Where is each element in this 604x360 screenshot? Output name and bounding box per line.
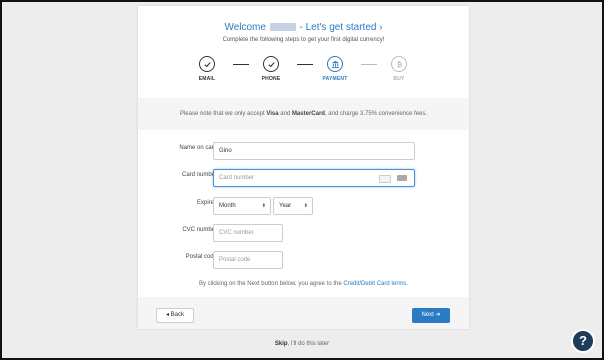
skip-bold: Skip [274,341,288,347]
welcome-prefix: Welcome [224,22,266,33]
name-on-card-input[interactable]: Gino [213,142,415,160]
step-phone: PHONE [251,56,291,82]
name-label: Name on card [179,145,217,151]
year-select[interactable]: Year ⬍ [273,197,313,215]
step-connector [297,64,313,65]
card-terms-link[interactable]: Credit/Debit Card terms [343,281,406,287]
subtitle: Complete the following steps to get your… [222,37,385,43]
signup-card: Welcome - Let's get started › Complete t… [138,6,469,329]
fees-notice: Please note that we only accept Visa and… [138,98,469,130]
name-row: Name on card Gino [138,142,469,162]
card-brand-icons [379,175,407,183]
notice-visa: Visa [266,111,279,117]
step-buy-label: BUY [393,76,405,82]
step-payment-label: PAYMENT [322,76,348,82]
card-row: Card number Card number [138,169,469,189]
postal-code-input[interactable]: Postal code [213,251,283,269]
notice-text: Please note that we only accept [179,111,267,117]
progress-steps: EMAIL PHONE PAYMENT ₿ BUY [138,56,469,92]
month-value: Month [219,203,236,209]
welcome-title: Welcome - Let's get started › [138,22,469,33]
redacted-username [269,23,296,32]
skip-link[interactable]: Skip, I'll do this later [2,341,602,347]
back-button[interactable]: ◂ Back [156,308,194,323]
bitcoin-icon: ₿ [391,56,407,72]
card-number-placeholder: Card number [219,175,255,181]
step-connector [361,64,377,65]
step-email: EMAIL [187,56,227,82]
step-phone-label: PHONE [261,76,281,82]
agreement-text: By clicking on the Next button below, yo… [198,281,344,287]
year-value: Year [279,203,292,209]
step-buy: ₿ BUY [379,56,419,82]
month-select[interactable]: Month ⬍ [213,197,271,215]
card-footer: ◂ Back Next ➔ [138,297,469,329]
notice-text: , and charge 3.75% convenience fees. [324,111,428,117]
next-button[interactable]: Next ➔ [412,308,450,323]
select-arrows-icon: ⬍ [261,203,266,209]
generic-card-icon [379,175,391,183]
welcome-suffix: - Let's get started › [299,22,383,33]
card-chip-icon [397,175,407,181]
expires-row: Expires Month ⬍ Year ⬍ [138,197,469,217]
notice-text: and [278,111,292,117]
notice-mastercard: MasterCard [291,111,325,117]
step-payment: PAYMENT [315,56,355,82]
check-icon [199,56,215,72]
help-icon[interactable]: ? [571,329,595,353]
card-number-input[interactable]: Card number [213,169,415,187]
card-label: Card number [181,172,217,178]
postal-row: Postal code Postal code [138,251,469,271]
skip-rest: , I'll do this later [287,341,330,347]
agreement-text: . [406,281,409,287]
svg-text:₿: ₿ [396,60,401,69]
select-arrows-icon: ⬍ [303,203,308,209]
step-connector [233,64,249,65]
step-email-label: EMAIL [198,76,216,82]
cvc-row: CVC number CVC number [138,224,469,244]
check-icon [263,56,279,72]
cvc-label: CVC number [182,227,217,233]
cvc-input[interactable]: CVC number [213,224,283,242]
bank-icon [327,56,343,72]
terms-agreement: By clicking on the Next button below, yo… [138,281,469,287]
